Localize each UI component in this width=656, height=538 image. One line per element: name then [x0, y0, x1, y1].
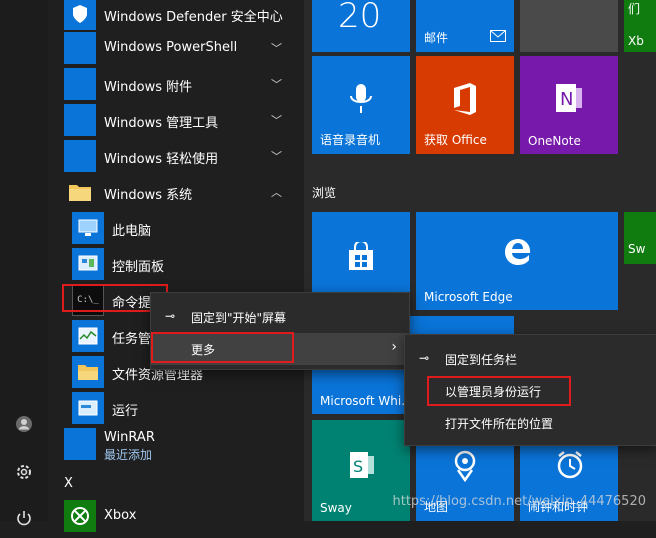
blank-tile[interactable]	[520, 0, 618, 52]
app-list: Windows Defender 安全中心 Windows PowerShell…	[48, 0, 304, 532]
app-control-panel[interactable]: 控制面板	[64, 248, 294, 284]
app-this-pc[interactable]: 此电脑	[64, 212, 294, 248]
map-pin-icon	[452, 450, 478, 486]
svg-text:S: S	[353, 457, 363, 476]
tile-label: 获取 Office	[424, 133, 487, 147]
app-folder-accessories[interactable]: Windows 附件 ﹀	[64, 68, 294, 104]
chevron-right-icon: ›	[391, 339, 397, 355]
onenote-icon: N	[554, 82, 584, 118]
control-panel-icon	[72, 248, 104, 280]
app-folder-ease-of-access[interactable]: Windows 轻松使用 ﹀	[64, 140, 294, 176]
xbox-icon	[64, 500, 96, 532]
power-icon[interactable]	[0, 498, 48, 538]
app-label: Windows 附件	[104, 80, 193, 95]
menu-item-pin-start[interactable]: ⊸ 固定到"开始"屏幕	[151, 301, 409, 333]
chevron-down-icon: ﹀	[271, 78, 282, 91]
recently-added-label: 最近添加	[104, 448, 153, 462]
app-folder-powershell[interactable]: Windows PowerShell ﹀	[64, 32, 294, 68]
store-bag-icon	[346, 240, 376, 276]
edge-icon	[502, 236, 534, 272]
tile-label: OneNote	[528, 134, 581, 148]
office-tile[interactable]: 获取 Office	[416, 56, 514, 154]
menu-item-label: 固定到任务栏	[445, 353, 518, 367]
app-label: Windows 系统	[104, 188, 193, 203]
start-rail	[0, 0, 48, 526]
folder-tile-icon	[64, 140, 96, 172]
run-icon	[72, 392, 104, 424]
pin-icon: ⊸	[165, 309, 176, 323]
tile-label: Sway	[320, 501, 352, 515]
menu-item-pin-taskbar[interactable]: ⊸ 固定到任务栏	[405, 343, 656, 375]
edge-tile[interactable]: Microsoft Edge	[416, 212, 618, 310]
section-browse: 浏览	[312, 186, 337, 200]
app-winrar[interactable]: WinRAR 最近添加	[64, 428, 294, 464]
sway-icon: S	[348, 450, 376, 484]
chevron-down-icon: ﹀	[271, 42, 282, 55]
tile-label: Sw	[628, 242, 646, 256]
computer-icon	[72, 212, 104, 244]
tile-label: Microsoft Edge	[424, 290, 513, 304]
mail-tile[interactable]: 邮件	[416, 0, 514, 52]
shield-icon	[64, 0, 96, 30]
watermark: https://blog.csdn.net/weixin_44476520	[392, 494, 646, 509]
app-label: Windows Defender 安全中心	[104, 10, 283, 25]
user-account-icon[interactable]	[0, 404, 48, 444]
app-run[interactable]: 运行	[64, 392, 294, 428]
tile-label: 语音录音机	[320, 133, 381, 147]
folder-icon	[64, 176, 96, 208]
section-letter-x[interactable]: X	[64, 476, 73, 491]
app-xbox[interactable]: Xbox	[64, 500, 294, 536]
app-label: 控制面板	[112, 260, 165, 275]
app-folder-defender[interactable]: Windows Defender 安全中心	[64, 0, 294, 34]
voice-recorder-tile[interactable]: 语音录音机	[312, 56, 410, 154]
alarm-clock-icon	[556, 450, 584, 484]
chevron-down-icon: ﹀	[271, 150, 282, 163]
app-folder-windows-system[interactable]: Windows 系统 ︿	[64, 176, 294, 212]
chevron-down-icon: ﹀	[271, 114, 282, 127]
winrar-icon	[64, 428, 96, 460]
folder-tile-icon	[64, 68, 96, 100]
mail-icon	[490, 27, 506, 46]
folder-tile-icon	[64, 32, 96, 64]
microphone-icon	[348, 82, 374, 120]
tile-label: Xb	[628, 34, 644, 48]
task-manager-icon	[72, 320, 104, 352]
menu-item-open-location[interactable]: 打开文件所在的位置	[405, 407, 656, 439]
app-folder-admin-tools[interactable]: Windows 管理工具 ﹀	[64, 104, 294, 140]
menu-item-label: 打开文件所在的位置	[445, 417, 554, 431]
calendar-tile[interactable]: 20	[312, 0, 410, 52]
onenote-tile[interactable]: N OneNote	[520, 56, 618, 154]
svg-text:N: N	[560, 89, 573, 110]
pin-icon: ⊸	[419, 351, 430, 365]
calendar-date: 20	[338, 0, 382, 36]
app-label: 此电脑	[112, 224, 152, 239]
app-label: Windows 管理工具	[104, 116, 219, 131]
highlight-more	[151, 332, 294, 363]
chevron-up-icon: ︿	[271, 186, 282, 199]
folder-tile-icon	[64, 104, 96, 136]
app-label: 运行	[112, 404, 139, 419]
file-explorer-icon	[72, 356, 104, 388]
partial-tile-right-mid[interactable]: Sw	[624, 212, 656, 264]
menu-item-label: 固定到"开始"屏幕	[191, 311, 287, 325]
partial-tile-top-right[interactable]: 们 Xb	[624, 0, 656, 52]
tile-label: Microsoft Whi...	[320, 394, 413, 408]
tile-label: 们	[628, 2, 641, 16]
app-label: Windows PowerShell	[104, 40, 238, 55]
app-label: Windows 轻松使用	[104, 152, 219, 167]
settings-gear-icon[interactable]	[0, 452, 48, 492]
app-label: WinRAR	[104, 430, 155, 445]
tile-label: 邮件	[424, 31, 449, 45]
office-icon	[450, 82, 480, 120]
highlight-run-as-admin	[427, 376, 571, 406]
